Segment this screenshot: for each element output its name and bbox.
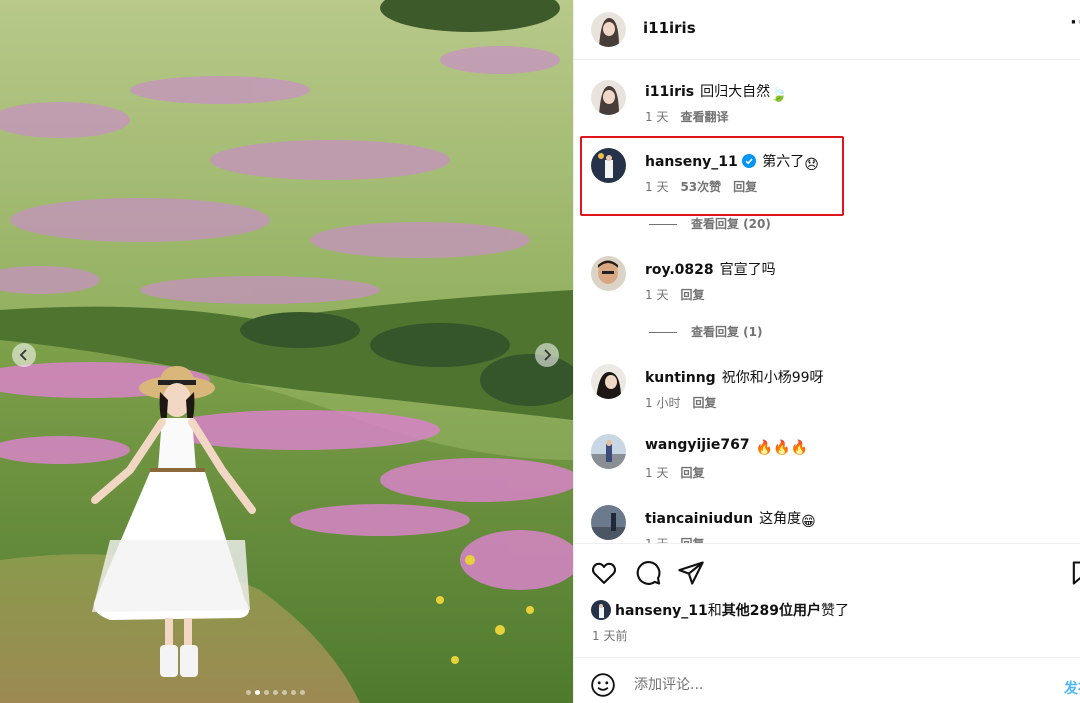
post-side-panel: i11iris ··· i11iris回归大自然🍃 1 天查看翻译 hansen… xyxy=(573,0,1080,703)
heart-icon[interactable] xyxy=(590,559,618,587)
comment-text: 第六了 xyxy=(762,154,805,170)
carousel-dot xyxy=(273,690,278,695)
comment-time[interactable]: 1 天 xyxy=(645,180,668,194)
carousel-dot xyxy=(291,690,296,695)
post-comment-button[interactable]: 发布 xyxy=(1064,678,1080,698)
bookmark-icon[interactable] xyxy=(1068,559,1080,587)
commenter-avatar[interactable] xyxy=(591,148,626,183)
reply-button[interactable]: 回复 xyxy=(733,180,757,194)
likes-suffix: 赞了 xyxy=(821,603,850,619)
grin-emoji: 😁 xyxy=(801,514,816,530)
liker-avatar xyxy=(591,600,611,620)
replies-divider xyxy=(649,224,677,225)
view-replies-label: 查看回复 (20) xyxy=(691,217,771,231)
meadow-photo xyxy=(0,0,573,703)
share-icon[interactable] xyxy=(677,559,705,587)
replies-divider xyxy=(649,332,677,333)
reply-button[interactable]: 回复 xyxy=(680,288,704,302)
view-replies-button[interactable]: 查看回复 (1) xyxy=(649,323,763,340)
reply-button[interactable]: 回复 xyxy=(680,466,704,480)
see-translation-link[interactable]: 查看翻译 xyxy=(680,110,728,124)
carousel-dot xyxy=(282,690,287,695)
chevron-left-icon xyxy=(19,349,27,361)
sad-emoji: 😞 xyxy=(804,157,819,173)
commenter-avatar[interactable] xyxy=(591,256,626,291)
comment-time[interactable]: 1 天 xyxy=(645,466,668,480)
commenter-avatar[interactable] xyxy=(591,434,626,469)
carousel-indicator xyxy=(246,690,305,695)
chevron-right-icon xyxy=(544,349,552,361)
carousel-dot xyxy=(300,690,305,695)
next-photo-button[interactable] xyxy=(535,343,559,367)
comments-list[interactable]: i11iris 回归大自然🍃 1 天查看翻译 hanseny_11 第六了😞 1 … xyxy=(574,60,1080,543)
caption-avatar[interactable] xyxy=(591,80,626,115)
likes-conjunction: 和 xyxy=(707,603,722,619)
comment-text: 官宣了吗 xyxy=(719,262,776,278)
add-comment-bar: 发布 xyxy=(574,657,1080,703)
comment-time[interactable]: 1 天 xyxy=(645,288,668,302)
more-options-icon[interactable]: ··· xyxy=(1070,12,1080,33)
commenter-username[interactable]: hanseny_11 xyxy=(645,154,738,170)
comment-likes[interactable]: 53次赞 xyxy=(680,180,721,194)
comment-text: 这角度 xyxy=(759,511,802,527)
commenter-username[interactable]: kuntinng xyxy=(645,370,716,386)
view-replies-button[interactable]: 查看回复 (20) xyxy=(649,215,771,232)
post-header: i11iris ··· xyxy=(574,0,1080,60)
comment-text: 祝你和小杨99呀 xyxy=(721,370,824,386)
caption-time[interactable]: 1 天 xyxy=(645,110,668,124)
commenter-username[interactable]: wangyijie767 xyxy=(645,437,750,453)
commenter-username[interactable]: roy.0828 xyxy=(645,262,714,278)
likes-others[interactable]: 其他289位用户 xyxy=(722,603,821,619)
post-actions-bar xyxy=(574,543,1080,603)
view-replies-label: 查看回复 (1) xyxy=(691,325,763,339)
carousel-dot xyxy=(246,690,251,695)
comment-icon[interactable] xyxy=(634,559,662,587)
caption-text: 回归大自然 xyxy=(700,84,771,100)
commenter-avatar[interactable] xyxy=(591,505,626,540)
commenter-username[interactable]: tiancainiudun xyxy=(645,511,753,527)
fire-emoji: 🔥🔥🔥 xyxy=(755,440,808,456)
author-avatar[interactable] xyxy=(591,12,626,47)
author-username[interactable]: i11iris xyxy=(643,19,696,37)
caption-username[interactable]: i11iris xyxy=(645,84,694,100)
commenter-avatar[interactable] xyxy=(591,364,626,399)
smiley-icon[interactable] xyxy=(590,672,616,698)
carousel-dot-active xyxy=(255,690,260,695)
likes-summary[interactable]: hanseny_11和其他289位用户赞了 xyxy=(591,600,849,620)
post-timestamp[interactable]: 1 天前 xyxy=(592,627,627,644)
reply-button[interactable]: 回复 xyxy=(692,396,716,410)
comment-time[interactable]: 1 小时 xyxy=(645,396,680,410)
verified-badge-icon xyxy=(741,154,756,168)
post-photo[interactable] xyxy=(0,0,573,703)
liker-username[interactable]: hanseny_11 xyxy=(615,603,708,619)
leaf-emoji: 🍃 xyxy=(770,87,788,103)
previous-photo-button[interactable] xyxy=(12,343,36,367)
carousel-dot xyxy=(264,690,269,695)
comment-input[interactable] xyxy=(634,670,1014,700)
